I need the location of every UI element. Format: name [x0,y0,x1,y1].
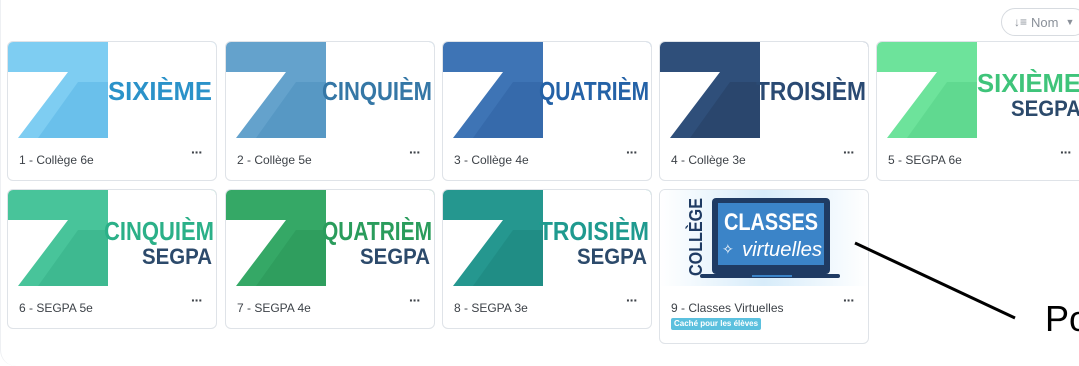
banner-word: TROISIÈM [756,76,866,106]
course-banner: CINQUIÈM SEGPA [8,190,216,286]
sort-icon: ↓≡ [1014,15,1028,29]
banner-sub: SEGPA [142,244,212,269]
banner-word: CLASSES [724,209,818,236]
course-card[interactable]: TROISIÈM 4 - Collège 3e ··· [659,41,869,181]
banner-sub: virtuelles [742,239,822,261]
course-title[interactable]: 8 - SEGPA 3e [454,301,528,315]
course-card[interactable]: SIXIÈME SEGPA 5 - SEGPA 6e ··· [876,41,1079,181]
banner-sub: SEGPA [577,244,647,269]
banner-word: CINQUIÈM [104,216,214,246]
banner-word: SIXIÈME [977,68,1079,98]
course-title[interactable]: 2 - Collège 5e [237,153,312,167]
banner-word: CINQUIÈM [322,76,432,106]
course-card[interactable]: COLLÈGE CLASSES virtuelles ✧ 9 - Classes… [659,189,869,344]
course-card[interactable]: QUATRIÈM 3 - Collège 4e ··· [442,41,652,181]
card-menu-icon[interactable]: ··· [843,144,855,160]
course-card[interactable]: TROISIÈM SEGPA 8 - SEGPA 3e ··· [442,189,652,329]
annotation-text: Po [1045,298,1079,339]
card-menu-icon[interactable]: ··· [1060,144,1072,160]
course-card[interactable]: CINQUIÈM 2 - Collège 5e ··· [225,41,435,181]
course-banner: QUATRIÈM [443,42,651,138]
course-title[interactable]: 5 - SEGPA 6e [888,153,962,167]
course-title[interactable]: 4 - Collège 3e [671,153,746,167]
course-banner: SIXIÈME SEGPA [877,42,1079,138]
banner-side-word: COLLÈGE [685,198,706,276]
card-menu-icon[interactable]: ··· [409,144,421,160]
course-title[interactable]: 6 - SEGPA 5e [19,301,93,315]
course-title[interactable]: 3 - Collège 4e [454,153,529,167]
course-card[interactable]: SIXIÈME 1 - Collège 6e ··· [7,41,217,181]
hidden-status-badge: Caché pour les élèves [671,318,762,330]
chevron-down-icon: ▼ [1065,17,1075,27]
banner-word: SIXIÈME [108,76,212,106]
sort-label: Nom [1031,14,1059,30]
banner-sub: SEGPA [1011,96,1079,121]
banner-word: QUATRIÈM [322,216,432,246]
course-banner: SIXIÈME [8,42,216,138]
course-title[interactable]: 1 - Collège 6e [19,153,94,167]
card-menu-icon[interactable]: ··· [843,292,855,308]
banner-sub: SEGPA [360,244,430,269]
course-banner: TROISIÈM [660,42,868,138]
course-banner: CINQUIÈM [226,42,434,138]
course-card[interactable]: QUATRIÈM SEGPA 7 - SEGPA 4e ··· [225,189,435,329]
card-menu-icon[interactable]: ··· [191,292,203,308]
card-menu-icon[interactable]: ··· [191,144,203,160]
card-menu-icon[interactable]: ··· [626,144,638,160]
course-banner: QUATRIÈM SEGPA [226,190,434,286]
sort-dropdown[interactable]: ↓≡ Nom ▼ [1001,8,1079,36]
course-banner: COLLÈGE CLASSES virtuelles ✧ [660,190,868,286]
course-card[interactable]: CINQUIÈM SEGPA 6 - SEGPA 5e ··· [7,189,217,329]
sparkle-icon: ✧ [722,241,734,257]
course-title[interactable]: 7 - SEGPA 4e [237,301,311,315]
banner-word: TROISIÈM [539,216,649,246]
course-banner: TROISIÈM SEGPA [443,190,651,286]
banner-word: QUATRIÈM [539,76,649,106]
card-menu-icon[interactable]: ··· [409,292,421,308]
card-menu-icon[interactable]: ··· [626,292,638,308]
course-title[interactable]: 9 - Classes Virtuelles [671,301,784,315]
